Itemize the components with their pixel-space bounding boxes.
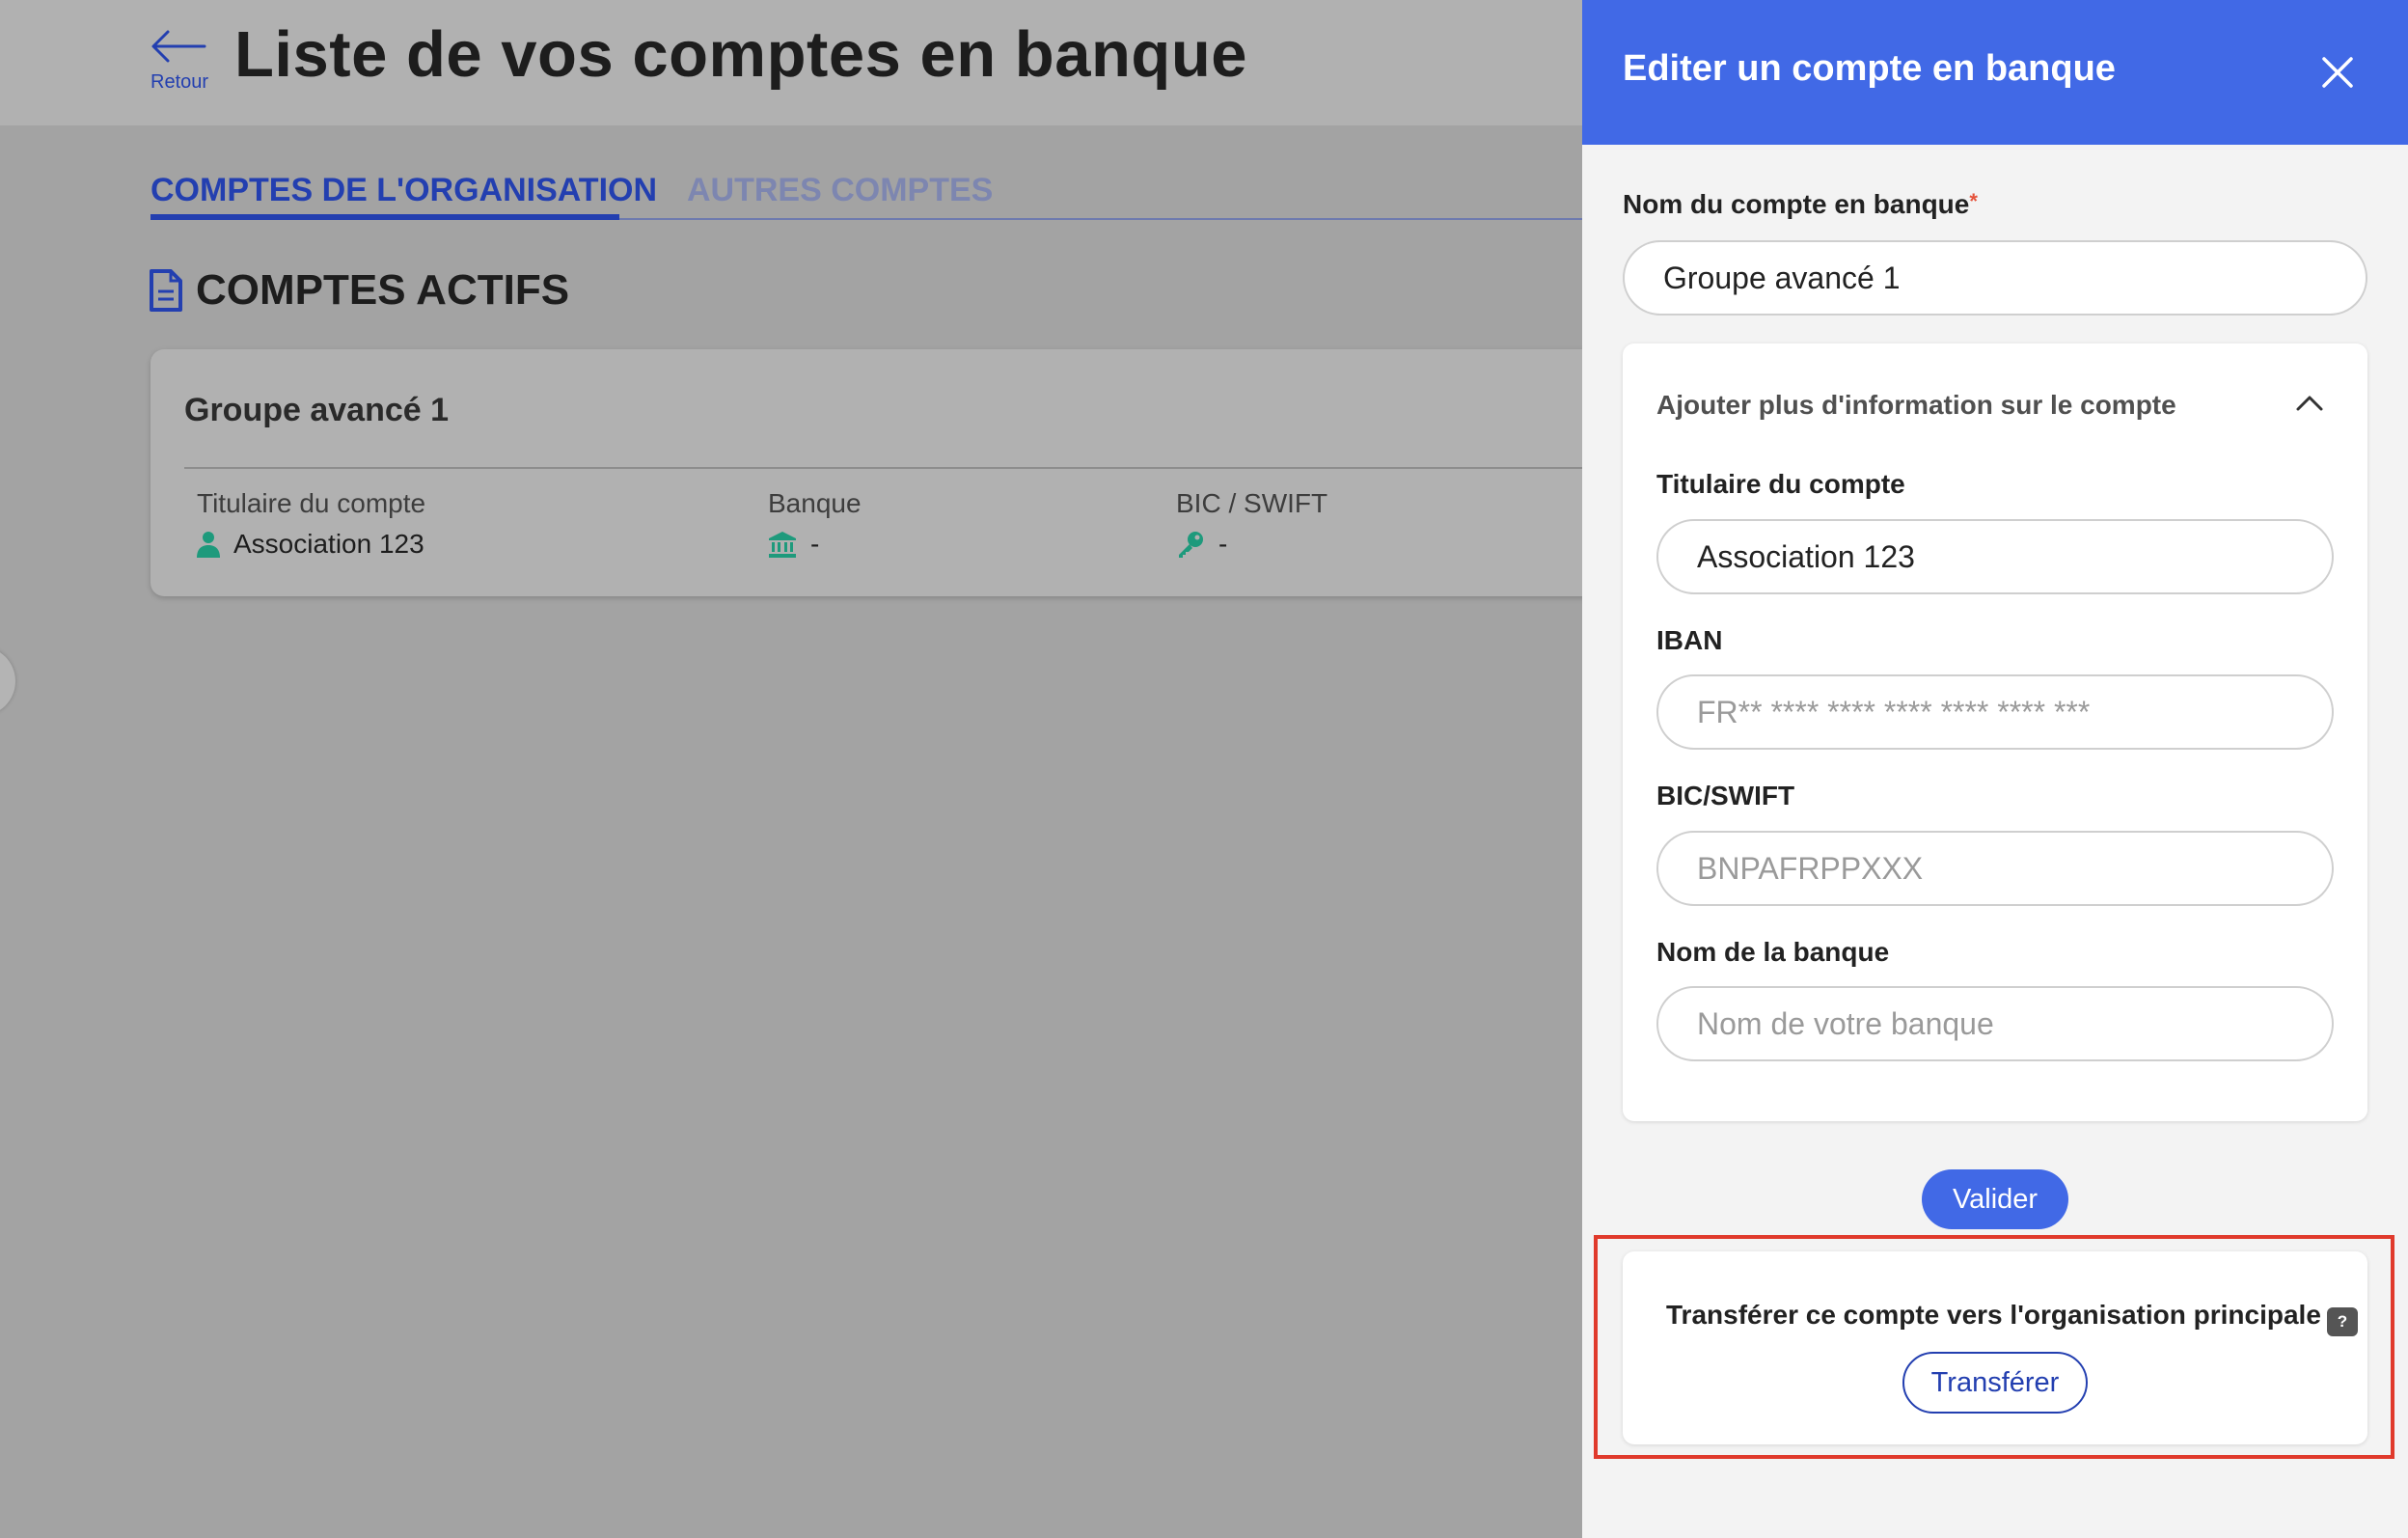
account-name-label: Nom du compte en banque* xyxy=(1623,189,1978,220)
user-icon xyxy=(197,532,220,558)
bank-icon xyxy=(769,532,796,558)
drawer-title: Editer un compte en banque xyxy=(1623,48,2116,89)
sidebar-toggle-handle[interactable] xyxy=(0,646,15,716)
bic-label: BIC/SWIFT xyxy=(1656,781,1795,810)
holder-column-label: Titulaire du compte xyxy=(197,488,426,518)
close-icon[interactable] xyxy=(2313,48,2362,96)
document-icon xyxy=(150,269,182,312)
active-tab-indicator xyxy=(150,214,619,220)
tab-other-accounts[interactable]: AUTRES COMPTES xyxy=(687,172,993,209)
page-title: Liste de vos comptes en banque xyxy=(234,18,1248,91)
drawer-header: Editer un compte en banque xyxy=(1582,0,2408,145)
bank-name-input[interactable] xyxy=(1656,986,2334,1061)
holder-value-text: Association 123 xyxy=(233,529,424,559)
section-title: COMPTES ACTIFS xyxy=(196,266,570,314)
bic-column-label: BIC / SWIFT xyxy=(1176,488,1328,518)
iban-label: IBAN xyxy=(1656,625,1723,655)
key-icon xyxy=(1179,532,1203,558)
more-info-panel: Ajouter plus d'information sur le compte… xyxy=(1623,343,2367,1121)
submit-button[interactable]: Valider xyxy=(1922,1169,2068,1229)
more-info-toggle[interactable]: Ajouter plus d'information sur le compte xyxy=(1656,390,2176,421)
account-card-title: Groupe avancé 1 xyxy=(184,392,450,428)
iban-input[interactable] xyxy=(1656,674,2334,750)
bank-column-value: - xyxy=(768,529,819,560)
holder-input[interactable] xyxy=(1656,519,2334,594)
holder-column-value: Association 123 xyxy=(197,529,424,560)
highlight-annotation xyxy=(1594,1235,2394,1459)
bank-value-text: - xyxy=(810,529,820,559)
tab-organisation-accounts[interactable]: COMPTES DE L'ORGANISATION xyxy=(150,172,657,209)
card-divider xyxy=(184,467,1631,469)
arrow-left-icon xyxy=(151,30,206,63)
bic-input[interactable] xyxy=(1656,831,2334,906)
account-name-input[interactable] xyxy=(1623,240,2367,316)
back-label: Retour xyxy=(150,71,209,93)
chevron-up-icon[interactable] xyxy=(2290,384,2329,423)
bank-name-label: Nom de la banque xyxy=(1656,937,1890,967)
holder-label: Titulaire du compte xyxy=(1656,469,1905,499)
edit-account-drawer: Editer un compte en banque Nom du compte… xyxy=(1582,0,2408,1538)
bic-value-text: - xyxy=(1218,529,1228,559)
required-marker: * xyxy=(1969,189,1978,213)
back-button[interactable]: Retour xyxy=(147,29,208,98)
bank-column-label: Banque xyxy=(768,488,862,518)
bic-column-value: - xyxy=(1176,529,1227,560)
account-card[interactable]: Groupe avancé 1 Titulaire du compte Asso… xyxy=(150,349,1656,596)
account-name-label-text: Nom du compte en banque xyxy=(1623,189,1970,219)
